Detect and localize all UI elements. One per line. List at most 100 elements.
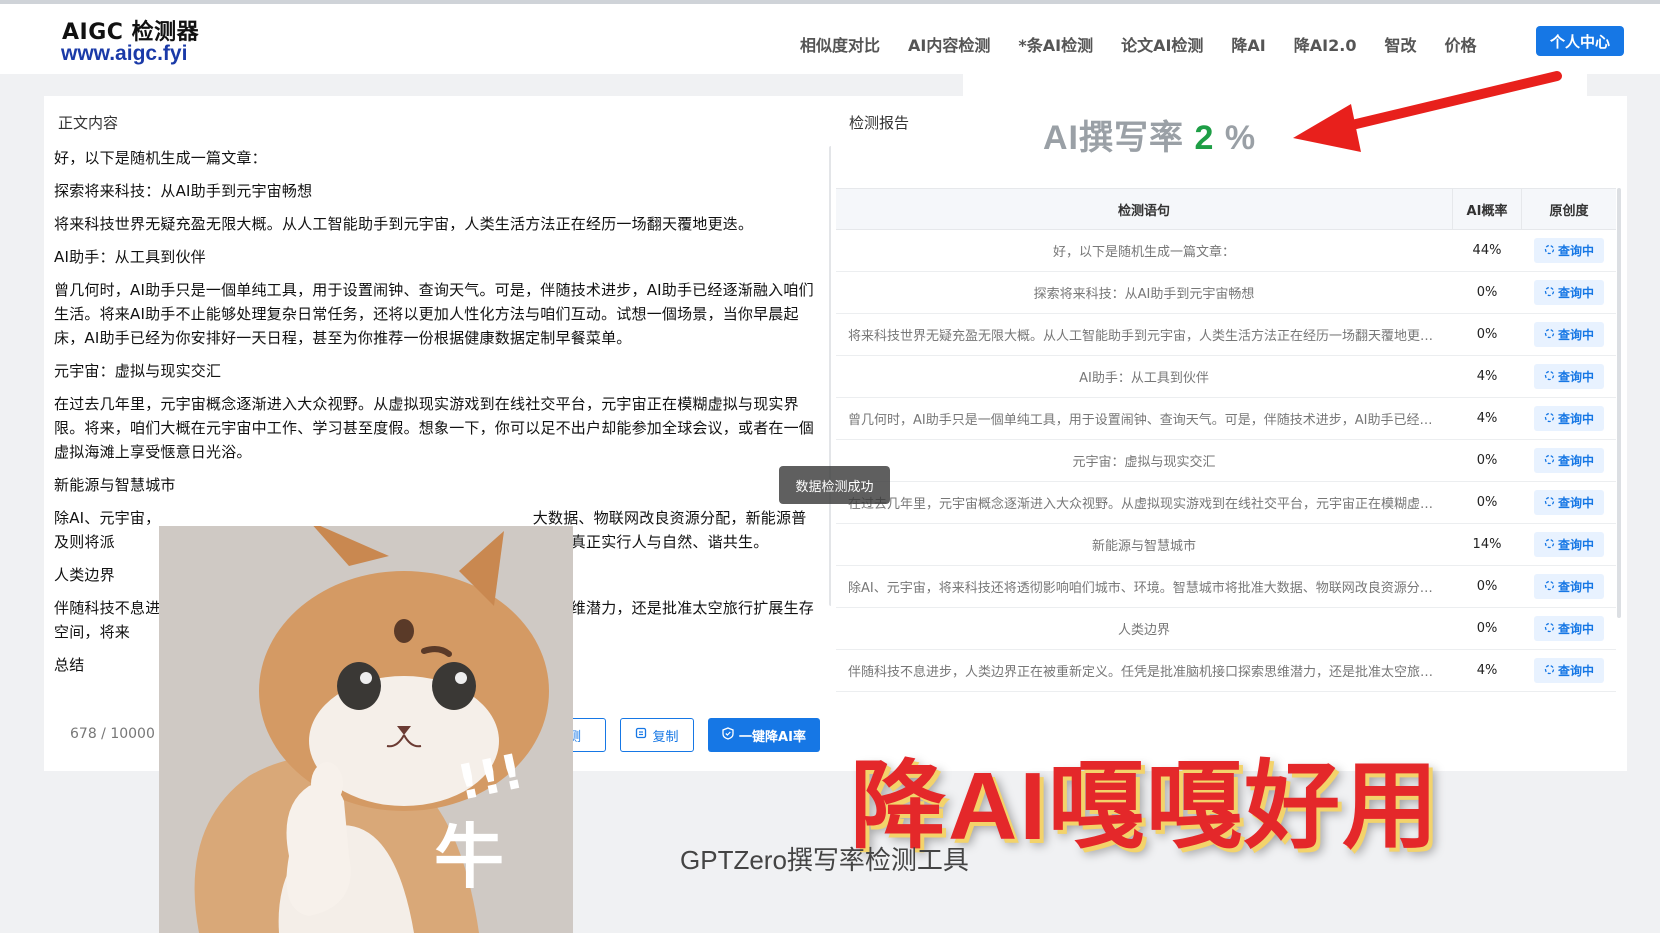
query-status-button[interactable]: 查询中 [1533, 532, 1604, 557]
query-status-button[interactable]: 查询中 [1533, 406, 1604, 431]
content-paragraph: 在过去几年里，元宇宙概念逐渐进入大众视野。从虚拟现实游戏到在线社交平台，元宇宙正… [54, 395, 814, 461]
row-ai-prob: 4% [1476, 411, 1498, 426]
query-status-button[interactable]: 查询中 [1533, 364, 1604, 389]
col-sentence-header: 检测语句 [1117, 203, 1170, 219]
query-status-label: 查询中 [1557, 496, 1594, 510]
table-scrollbar[interactable] [1617, 188, 1621, 618]
loading-icon [1544, 538, 1555, 552]
query-status-button[interactable]: 查询中 [1533, 616, 1604, 641]
query-status-label: 查询中 [1557, 664, 1594, 678]
row-ai-prob: 14% [1472, 537, 1502, 552]
loading-icon [1544, 454, 1555, 468]
footer-text-line [578, 924, 1598, 933]
row-sentence: 好，以下是随机生成一篇文章： [1052, 245, 1235, 260]
row-sentence: 在过去几年里，元宇宙概念逐渐进入大众视野。从虚拟现实游戏到在线社交平台，元宇宙正… [848, 497, 1440, 512]
ai-rate-label: AI撰写率 [1043, 119, 1184, 157]
row-ai-prob: 0% [1476, 285, 1498, 300]
nav-similarity[interactable]: 相似度对比 [800, 32, 880, 56]
content-paragraph: AI助手：从工具到伙伴 [54, 248, 206, 266]
table-row: 人类边界 0% 查询中 [836, 608, 1616, 650]
success-toast: 数据检测成功 [779, 466, 890, 504]
table-row: AI助手：从工具到伙伴 4% 查询中 [836, 356, 1616, 398]
row-sentence: 伴随科技不息进步，人类边界正在被重新定义。任凭是批准脑机接口探索思维潜力，还是批… [848, 665, 1440, 680]
copy-icon [635, 727, 647, 743]
ai-rate-display: AI撰写率 2 % [1043, 110, 1256, 159]
query-status-button[interactable]: 查询中 [1533, 448, 1604, 473]
row-ai-prob: 4% [1476, 663, 1498, 678]
loading-icon [1544, 370, 1555, 384]
table-header: 检测语句 AI概率 原创度 [836, 188, 1616, 230]
content-paragraph: 好，以下是随机生成一篇文章： [54, 149, 267, 167]
nav-reduce-ai-2[interactable]: 降AI2.0 [1294, 32, 1357, 56]
table-body: 好，以下是随机生成一篇文章： 44% 查询中 探索将来科技：从AI助手到元宇宙畅想 0%… [836, 230, 1616, 692]
query-status-button[interactable]: 查询中 [1533, 574, 1604, 599]
row-sentence: 探索将来科技：从AI助手到元宇宙畅想 [1033, 287, 1255, 302]
table-row: 元宇宙：虚拟与现实交汇 0% 查询中 [836, 440, 1616, 482]
table-row: 除AI、元宇宙，将来科技还将透彻影响咱们城市、环境。智慧城市将批准大数据、物联网… [836, 566, 1616, 608]
query-status-label: 查询中 [1557, 412, 1594, 426]
table-row: 伴随科技不息进步，人类边界正在被重新定义。任凭是批准脑机接口探索思维潜力，还是批… [836, 650, 1616, 692]
loading-icon [1544, 664, 1555, 678]
query-status-label: 查询中 [1557, 454, 1594, 468]
loading-icon [1544, 580, 1555, 594]
table-row: 在过去几年里，元宇宙概念逐渐进入大众视野。从虚拟现实游戏到在线社交平台，元宇宙正… [836, 482, 1616, 524]
query-status-button[interactable]: 查询中 [1533, 238, 1604, 263]
query-status-button[interactable]: 查询中 [1533, 280, 1604, 305]
shield-icon [722, 726, 734, 744]
nav-pricing[interactable]: 价格 [1444, 32, 1476, 56]
meme-caption: 牛 [434, 816, 504, 898]
nav-smart-rewrite[interactable]: 智改 [1384, 32, 1416, 56]
row-ai-prob: 0% [1476, 621, 1498, 636]
report-table: 检测语句 AI概率 原创度 好，以下是随机生成一篇文章： 44% 查询中 探索将来科技… [836, 188, 1616, 702]
logo-url[interactable]: www.aigc.fyi [61, 42, 187, 66]
query-status-label: 查询中 [1557, 622, 1594, 636]
query-status-label: 查询中 [1557, 244, 1594, 258]
table-row: 新能源与智慧城市 14% 查询中 [836, 524, 1616, 566]
content-paragraph: 元宇宙：虚拟与现实交汇 [54, 362, 222, 380]
user-center-button[interactable]: 个人中心 [1536, 26, 1624, 56]
loading-icon [1544, 328, 1555, 342]
content-paragraph: 探索将来科技：从AI助手到元宇宙畅想 [54, 182, 313, 200]
table-row: 曾几何时，AI助手只是一個单纯工具，用于设置闹钟、查询天气。可是，伴随技术进步，… [836, 398, 1616, 440]
cat-meme-image: !!! 牛 [159, 526, 573, 933]
content-paragraph: 新能源与智慧城市 [54, 476, 176, 494]
main-nav: 相似度对比 AI内容检测 *条AI检测 论文AI检测 降AI 降AI2.0 智改… [800, 30, 1504, 58]
col-prob-header: AI概率 [1452, 189, 1522, 229]
nav-paper-ai-detect[interactable]: 论文AI检测 [1121, 32, 1203, 56]
row-ai-prob: 0% [1476, 453, 1498, 468]
copy-button-label: 复制 [652, 729, 679, 745]
row-sentence: 人类边界 [1117, 623, 1170, 638]
red-arrow-icon [1293, 71, 1562, 152]
loading-icon [1544, 496, 1555, 510]
table-row: 将来科技世界无疑充盈无限大概。从人工智能助手到元宇宙，人类生活方法正在经历一场翻… [836, 314, 1616, 356]
content-panel-title: 正文内容 [58, 114, 119, 132]
loading-icon [1544, 286, 1555, 300]
nav-batch-ai-detect[interactable]: *条AI检测 [1018, 32, 1093, 56]
col-orig-header: 原创度 [1549, 203, 1589, 219]
copy-button[interactable]: 复制 [620, 718, 694, 752]
query-status-button[interactable]: 查询中 [1533, 658, 1604, 683]
row-sentence: 除AI、元宇宙，将来科技还将透彻影响咱们城市、环境。智慧城市将批准大数据、物联网… [848, 581, 1440, 596]
query-status-label: 查询中 [1557, 328, 1594, 342]
query-status-label: 查询中 [1557, 538, 1594, 552]
row-ai-prob: 0% [1476, 495, 1498, 510]
nav-reduce-ai[interactable]: 降AI [1231, 32, 1265, 56]
query-status-label: 查询中 [1557, 370, 1594, 384]
row-ai-prob: 0% [1476, 579, 1498, 594]
row-ai-prob: 44% [1472, 243, 1502, 258]
query-status-label: 查询中 [1557, 286, 1594, 300]
row-sentence: 将来科技世界无疑充盈无限大概。从人工智能助手到元宇宙，人类生活方法正在经历一场翻… [848, 329, 1440, 344]
query-status-label: 查询中 [1557, 580, 1594, 594]
content-paragraph: 将来科技世界无疑充盈无限大概。从人工智能助手到元宇宙，人类生活方法正在经历一场翻… [54, 215, 754, 233]
query-status-button[interactable]: 查询中 [1533, 322, 1604, 347]
ai-rate-value: 2 [1194, 119, 1215, 157]
table-row: 好，以下是随机生成一篇文章： 44% 查询中 [836, 230, 1616, 272]
query-status-button[interactable]: 查询中 [1533, 490, 1604, 515]
loading-icon [1544, 244, 1555, 258]
row-sentence: AI助手：从工具到伙伴 [1079, 371, 1209, 386]
reduce-ai-button[interactable]: 一键降AI率 [708, 718, 820, 752]
report-panel-title: 检测报告 [849, 114, 910, 132]
table-row: 探索将来科技：从AI助手到元宇宙畅想 0% 查询中 [836, 272, 1616, 314]
row-ai-prob: 0% [1476, 327, 1498, 342]
nav-ai-content-detect[interactable]: AI内容检测 [908, 32, 990, 56]
